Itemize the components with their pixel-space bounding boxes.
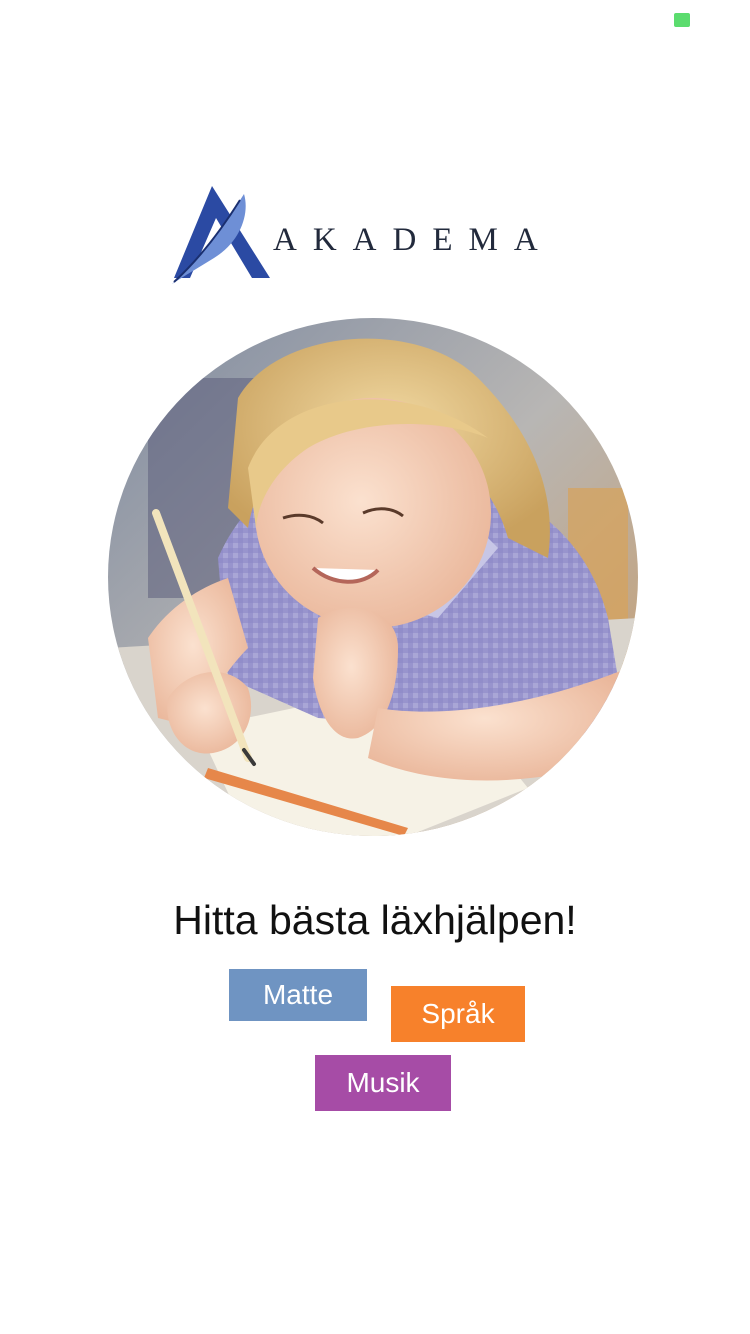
page-headline: Hitta bästa läxhjälpen! <box>173 897 577 943</box>
hero-photo <box>108 318 638 836</box>
sprak-button-label: Språk <box>421 998 495 1029</box>
feather-a-logo-icon <box>172 186 270 284</box>
matte-button[interactable]: Matte <box>229 969 367 1021</box>
musik-button-label: Musik <box>346 1067 420 1098</box>
sprak-button[interactable]: Språk <box>391 986 525 1042</box>
musik-button[interactable]: Musik <box>315 1055 451 1111</box>
brand-name: AKADEMA <box>273 222 554 258</box>
status-indicator-icon <box>674 13 690 27</box>
matte-button-label: Matte <box>262 979 334 1010</box>
akadema-logo: AKADEMA <box>168 184 588 288</box>
